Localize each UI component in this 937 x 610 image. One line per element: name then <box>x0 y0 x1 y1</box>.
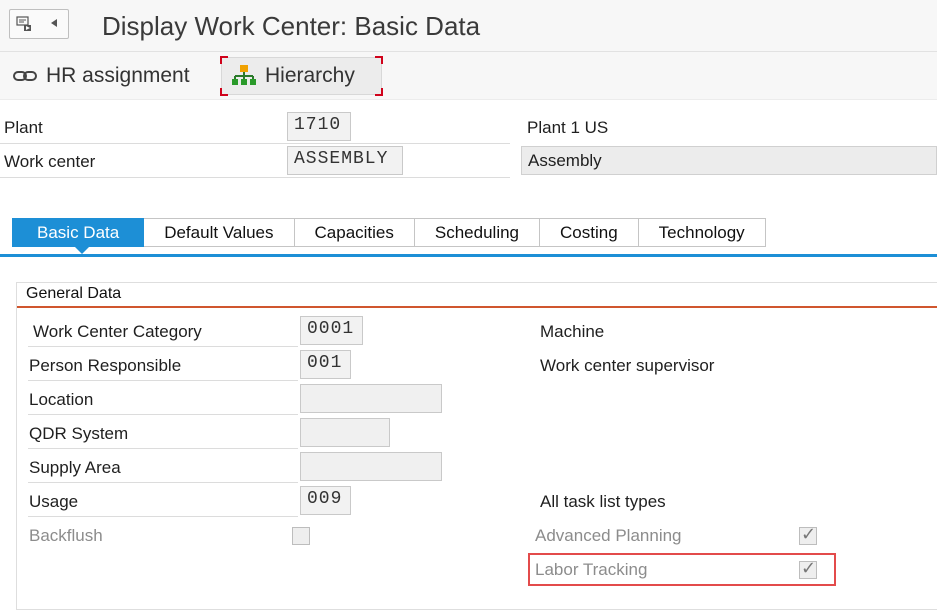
usage-label: Usage <box>29 492 79 511</box>
menu-button[interactable] <box>9 9 69 39</box>
link-icon <box>13 71 37 81</box>
supply-area-field[interactable] <box>300 452 442 481</box>
hierarchy-label: Hierarchy <box>265 64 355 87</box>
qdr-system-label: QDR System <box>29 424 129 443</box>
work-center-category-description: Machine <box>540 322 605 341</box>
tab-costing[interactable]: Costing <box>540 218 639 247</box>
backflush-checkbox[interactable] <box>292 527 310 545</box>
hierarchy-button[interactable]: Hierarchy <box>220 56 383 96</box>
labor-tracking-checkbox[interactable]: ✓ <box>799 558 817 579</box>
work-center-description: Assembly <box>521 146 937 175</box>
checkmark-icon: ✓ <box>801 558 817 579</box>
tab-technology[interactable]: Technology <box>638 218 766 247</box>
divider <box>28 448 298 449</box>
supply-area-label: Supply Area <box>29 458 121 477</box>
hierarchy-icon <box>232 65 256 85</box>
work-center-category-field[interactable]: 0001 <box>300 316 363 345</box>
toolbar: HR assignment Hierarchy <box>0 52 937 100</box>
backflush-label: Backflush <box>29 526 103 545</box>
advanced-planning-label: Advanced Planning <box>535 526 682 545</box>
divider <box>28 482 298 483</box>
location-label: Location <box>29 390 94 409</box>
person-responsible-field[interactable]: 001 <box>300 350 351 379</box>
caret-icon <box>51 19 57 27</box>
checkmark-icon: ✓ <box>801 524 817 545</box>
divider <box>28 516 298 517</box>
plant-description: Plant 1 US <box>527 118 609 137</box>
plant-field[interactable]: 1710 <box>287 112 351 141</box>
plant-label: Plant <box>4 118 43 137</box>
hr-assignment-button[interactable]: HR assignment <box>12 57 190 95</box>
work-center-field[interactable]: ASSEMBLY <box>287 146 403 175</box>
tab-scheduling[interactable]: Scheduling <box>414 218 541 247</box>
usage-description: All task list types <box>540 492 666 511</box>
group-rule <box>17 306 937 308</box>
page-title: Display Work Center: Basic Data <box>102 11 481 41</box>
group-title: General Data <box>26 285 122 302</box>
person-responsible-description: Work center supervisor <box>540 356 715 375</box>
divider <box>28 414 298 415</box>
advanced-planning-checkbox[interactable]: ✓ <box>799 524 817 545</box>
divider <box>0 143 510 144</box>
location-field[interactable] <box>300 384 442 413</box>
labor-tracking-label: Labor Tracking <box>535 560 648 579</box>
person-responsible-label: Person Responsible <box>29 356 182 375</box>
work-center-category-label: Work Center Category <box>33 322 202 341</box>
usage-field[interactable]: 009 <box>300 486 351 515</box>
tab-capacities[interactable]: Capacities <box>294 218 415 247</box>
tab-default-values[interactable]: Default Values <box>144 218 295 247</box>
hr-assignment-label: HR assignment <box>46 64 190 87</box>
divider <box>28 346 298 347</box>
work-center-label: Work center <box>4 152 96 171</box>
divider <box>0 177 510 178</box>
title-bar: Display Work Center: Basic Data <box>0 0 937 52</box>
tab-strip: Basic Data Default Values Capacities Sch… <box>12 218 766 254</box>
divider <box>28 380 298 381</box>
tab-underline <box>0 254 937 257</box>
tab-basic-data[interactable]: Basic Data <box>12 218 145 254</box>
qdr-system-field[interactable] <box>300 418 390 447</box>
message-icon <box>16 16 31 31</box>
